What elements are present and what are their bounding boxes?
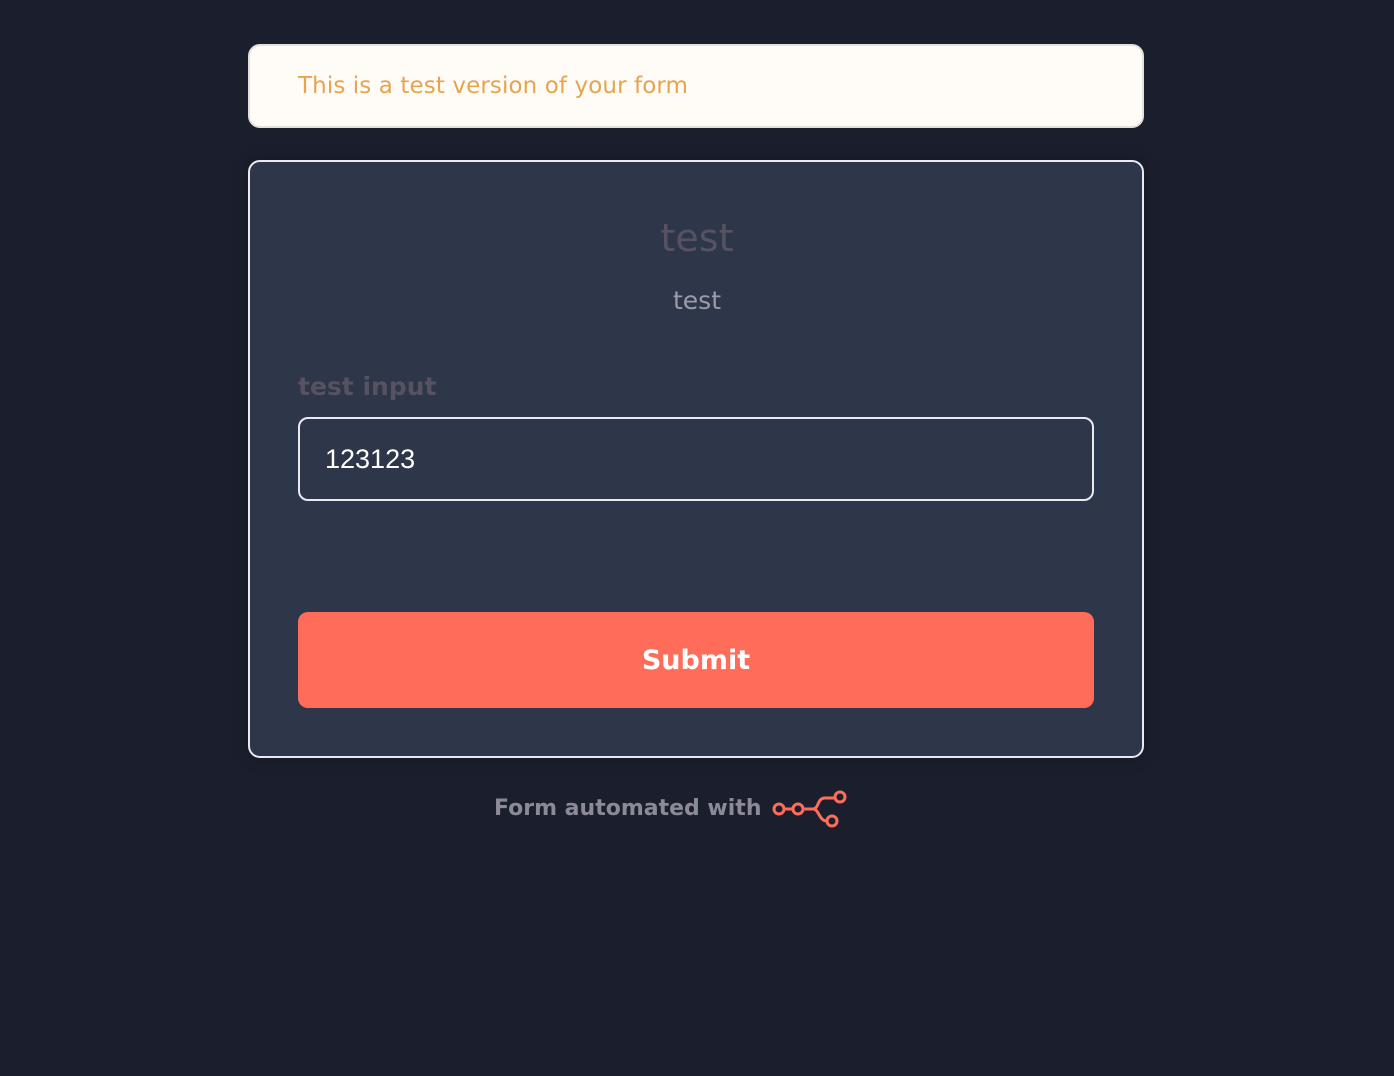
form-page: This is a test version of your form test… <box>0 0 1394 1076</box>
footer-text: Form automated with <box>494 796 762 821</box>
n8n-logo-icon[interactable] <box>771 788 851 830</box>
form-subtitle: test <box>672 286 721 315</box>
footer: Form automated with <box>494 788 851 830</box>
banner-text: This is a test version of your form <box>298 73 689 99</box>
form-title: test <box>660 216 734 260</box>
submit-button[interactable]: Submit <box>298 612 1094 708</box>
test-input-label: test input <box>298 372 437 401</box>
test-input-field[interactable] <box>298 417 1094 501</box>
test-version-banner: This is a test version of your form <box>248 44 1144 128</box>
